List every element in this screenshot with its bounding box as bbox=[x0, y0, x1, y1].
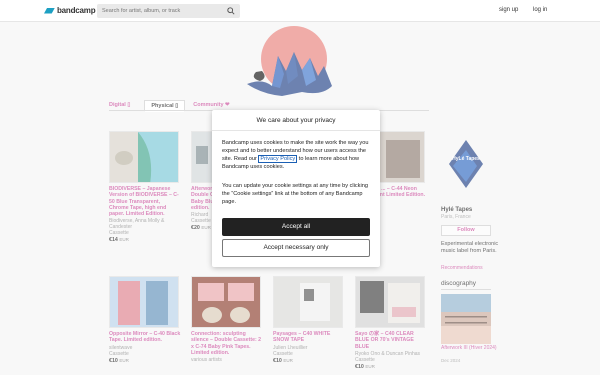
accept-all-button[interactable]: Accept all bbox=[222, 218, 370, 236]
dialog-settings-note: You can update your cookie settings at a… bbox=[222, 183, 368, 205]
log-in-link[interactable]: log in bbox=[533, 7, 547, 13]
privacy-policy-link[interactable]: Privacy Policy bbox=[258, 155, 298, 163]
cookie-consent-dialog: We care about your privacy Bandcamp uses… bbox=[212, 110, 380, 267]
search-input[interactable] bbox=[102, 6, 222, 16]
dialog-description: Bandcamp uses cookies to make the site w… bbox=[222, 140, 369, 170]
top-bar: bandcamp sign up log in bbox=[0, 0, 600, 22]
search-icon[interactable] bbox=[227, 7, 235, 15]
sign-up-link[interactable]: sign up bbox=[499, 7, 518, 13]
bandcamp-logo-icon bbox=[44, 7, 55, 14]
logo-text: bandcamp bbox=[57, 6, 96, 15]
bandcamp-logo[interactable]: bandcamp bbox=[44, 6, 96, 15]
accept-necessary-button[interactable]: Accept necessary only bbox=[222, 239, 370, 257]
search-box bbox=[97, 4, 240, 18]
dialog-title: We care about your privacy bbox=[212, 110, 380, 131]
